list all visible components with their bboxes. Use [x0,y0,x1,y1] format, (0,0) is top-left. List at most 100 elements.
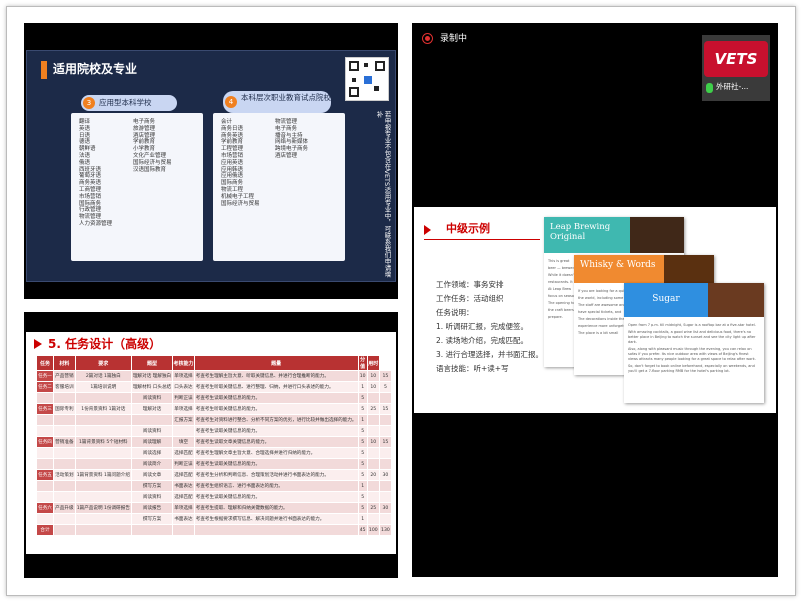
group-number-badge: 4 [225,96,237,108]
table-cell [35,491,55,503]
table-cell: 理解材料 口头总结 [130,381,174,393]
table-cell: 口头表达 [172,381,195,393]
table-cell [130,524,174,536]
task-line: 工作任务：活动组织 [436,294,504,303]
table-row: 任务五 活动策划 1篇背景资料 1篇问题介绍 阅读文章 选择匹配 考查考生分析和判断信息、… [35,469,393,481]
slide-title: 适用院校及专业 [53,62,138,76]
table-cell [172,524,195,536]
table-row: 汇报方案 考查考生对资料进行整合、分析不同方案的优劣，进行比较并做出选择的能力。 1 [35,414,393,426]
table-cell: 130 [378,524,393,536]
table-cell: 考查考生读取关键信息的能力。 [193,392,359,404]
task-line: 语言技能：听+读+写 [436,364,509,373]
table-header-cell: 材料 [53,355,76,371]
table-row: 撰写方案 书面表达 考查考生根据要求撰写信息、解决问题并进行书面表达的能力。 1 [35,513,393,525]
table-cell: 合计 [35,524,55,536]
table-cell: 任务一 [35,370,55,382]
table-cell: 任务六 [35,502,55,514]
table-header-cell: 考核能力 [172,355,195,371]
table-cell: 5 [357,469,368,481]
table-cell [378,414,393,426]
table-cell: 10 [366,370,380,382]
major-list-col: 翻译 英语 日语 德语 朝鲜语 法语 俄语 西班牙语 葡萄牙语 商务英语 工商管理 市场营销 国际商务行… [79,119,112,228]
major-item: 朝鲜语 [79,146,96,153]
major-item: 翻译 [79,119,91,125]
table-cell: 10 [366,381,380,393]
task-design-table: 任务 材料 要求 题型 考核能力 题量 分值 用时 任务一 产品营销 2篇对话 1篇独白 理解对话 … [35,355,393,536]
table-cell: 考查考生理解主旨大意、听取关键信息、并进行合理推断的能力。 [193,370,359,382]
task-line: 1. 听调研汇报，完成便签。 [436,322,529,331]
table-cell [378,513,393,525]
major-item: 国际经济与贸易 [221,200,260,207]
table-cell [53,513,76,525]
participant-tile[interactable]: VETS 外研社-... [702,35,770,101]
table-cell [172,425,195,437]
table-cell [378,392,393,404]
table-cell: 考查考生对资料进行整合、分析不同方案的优劣，进行比较并做出选择的能力。 [193,414,359,426]
major-item: 物流工程 [221,186,244,193]
table-cell: 5 [357,436,368,448]
slide-title: 中级示例 [446,222,490,235]
table-cell: 产品营销 [53,370,76,382]
venue-photo [664,255,714,283]
table-cell [35,392,55,404]
table-cell: 考查考生提取、理解和归纳关键数据的能力。 [193,502,359,514]
table-header-cell: 任务 [35,355,55,371]
title-arrow-icon [34,339,42,349]
table-row: 任务二 客服培训 1篇培训说明 理解材料 口头总结 口头表达 考查考生听取关键信息、进行整… [35,381,393,393]
table-cell [378,447,393,459]
table-cell [378,458,393,470]
major-item: 商务日语 [221,125,244,132]
major-item: 市场营销 [79,193,102,200]
table-cell: 阅读资料 [130,425,174,437]
slide-panel-task-design: 5. 任务设计（高级） 任务 材料 要求 题型 考核能力 题量 分值 用时 任务一 产品营销 2篇… [24,312,398,578]
recording-icon [422,33,433,44]
major-item: 物流管理 [275,119,298,125]
table-cell: 1篇背景资料 1篇问题介绍 [74,469,132,481]
table-header-cell: 题量 [193,355,359,371]
table-cell [366,513,380,525]
table-cell: 活动策划 [53,469,76,481]
table-cell: 考查考生听取关键信息的能力。 [193,403,359,415]
task-line: 3. 进行合理选择，并书面汇报。 [436,350,544,359]
group-header-applied-universities: 3 应用型本科学校 [81,95,177,111]
table-row: 阅读资料 考查考生读取关键信息的能力。 5 [35,425,393,437]
major-item: 汉语国际教育 [133,166,167,173]
table-cell: 考查考生读取文章关键信息的能力。 [193,436,359,448]
table-cell: 选择匹配 [172,469,195,481]
video-meeting-panel: 录制中 VETS 外研社-... 中级示例 工作领域：事务安排 工作任务：活动组… [412,23,778,577]
table-cell: 25 [366,502,380,514]
slide-panel-institutions: 适用院校及专业 3 应用型本科学校 翻译 英语 日语 德语 朝鲜语 法语 俄语 西班牙语 葡萄牙… [24,23,398,299]
major-item: 电子商务 [133,119,156,125]
table-cell: 5 [357,458,368,470]
table-cell [74,392,132,404]
card-title: Whisky & Words [574,255,664,283]
venue-photo [708,283,764,317]
major-item: 物流管理 [79,214,102,221]
major-item: 跨境电子商务 [275,146,309,153]
table-cell [74,524,132,536]
major-item: 国际商务 [221,180,244,187]
table-cell: 1份背景资料 1篇对话 [74,403,132,415]
table-cell: 1 [357,414,368,426]
title-underline [424,239,540,240]
major-item: 酒店管理 [275,152,298,159]
table-cell [366,480,380,492]
table-cell: 客服培训 [53,381,76,393]
table-cell: 撰写方案 [130,480,174,492]
table-cell [53,447,76,459]
table-cell: 15 [378,370,393,382]
major-item: 英语 [79,125,91,132]
table-cell [366,458,380,470]
group-title: 应用型本科学校 [99,98,152,107]
table-cell: 10 [357,370,368,382]
table-cell: 撰写方案 [130,513,174,525]
table-header-cell: 分值 [357,355,368,371]
table-cell [74,491,132,503]
table-cell: 阅读资料 [130,392,174,404]
table-header-cell: 题型 [130,355,174,371]
table-cell: 30 [378,469,393,481]
venue-card-sugar: Sugar Open from 7 p.m. till midnight, Su… [624,283,764,403]
task-line: 工作领域：事务安排 [436,280,504,289]
participant-name: 外研社-... [716,82,749,91]
table-cell: 1篇培训说明 [74,381,132,393]
